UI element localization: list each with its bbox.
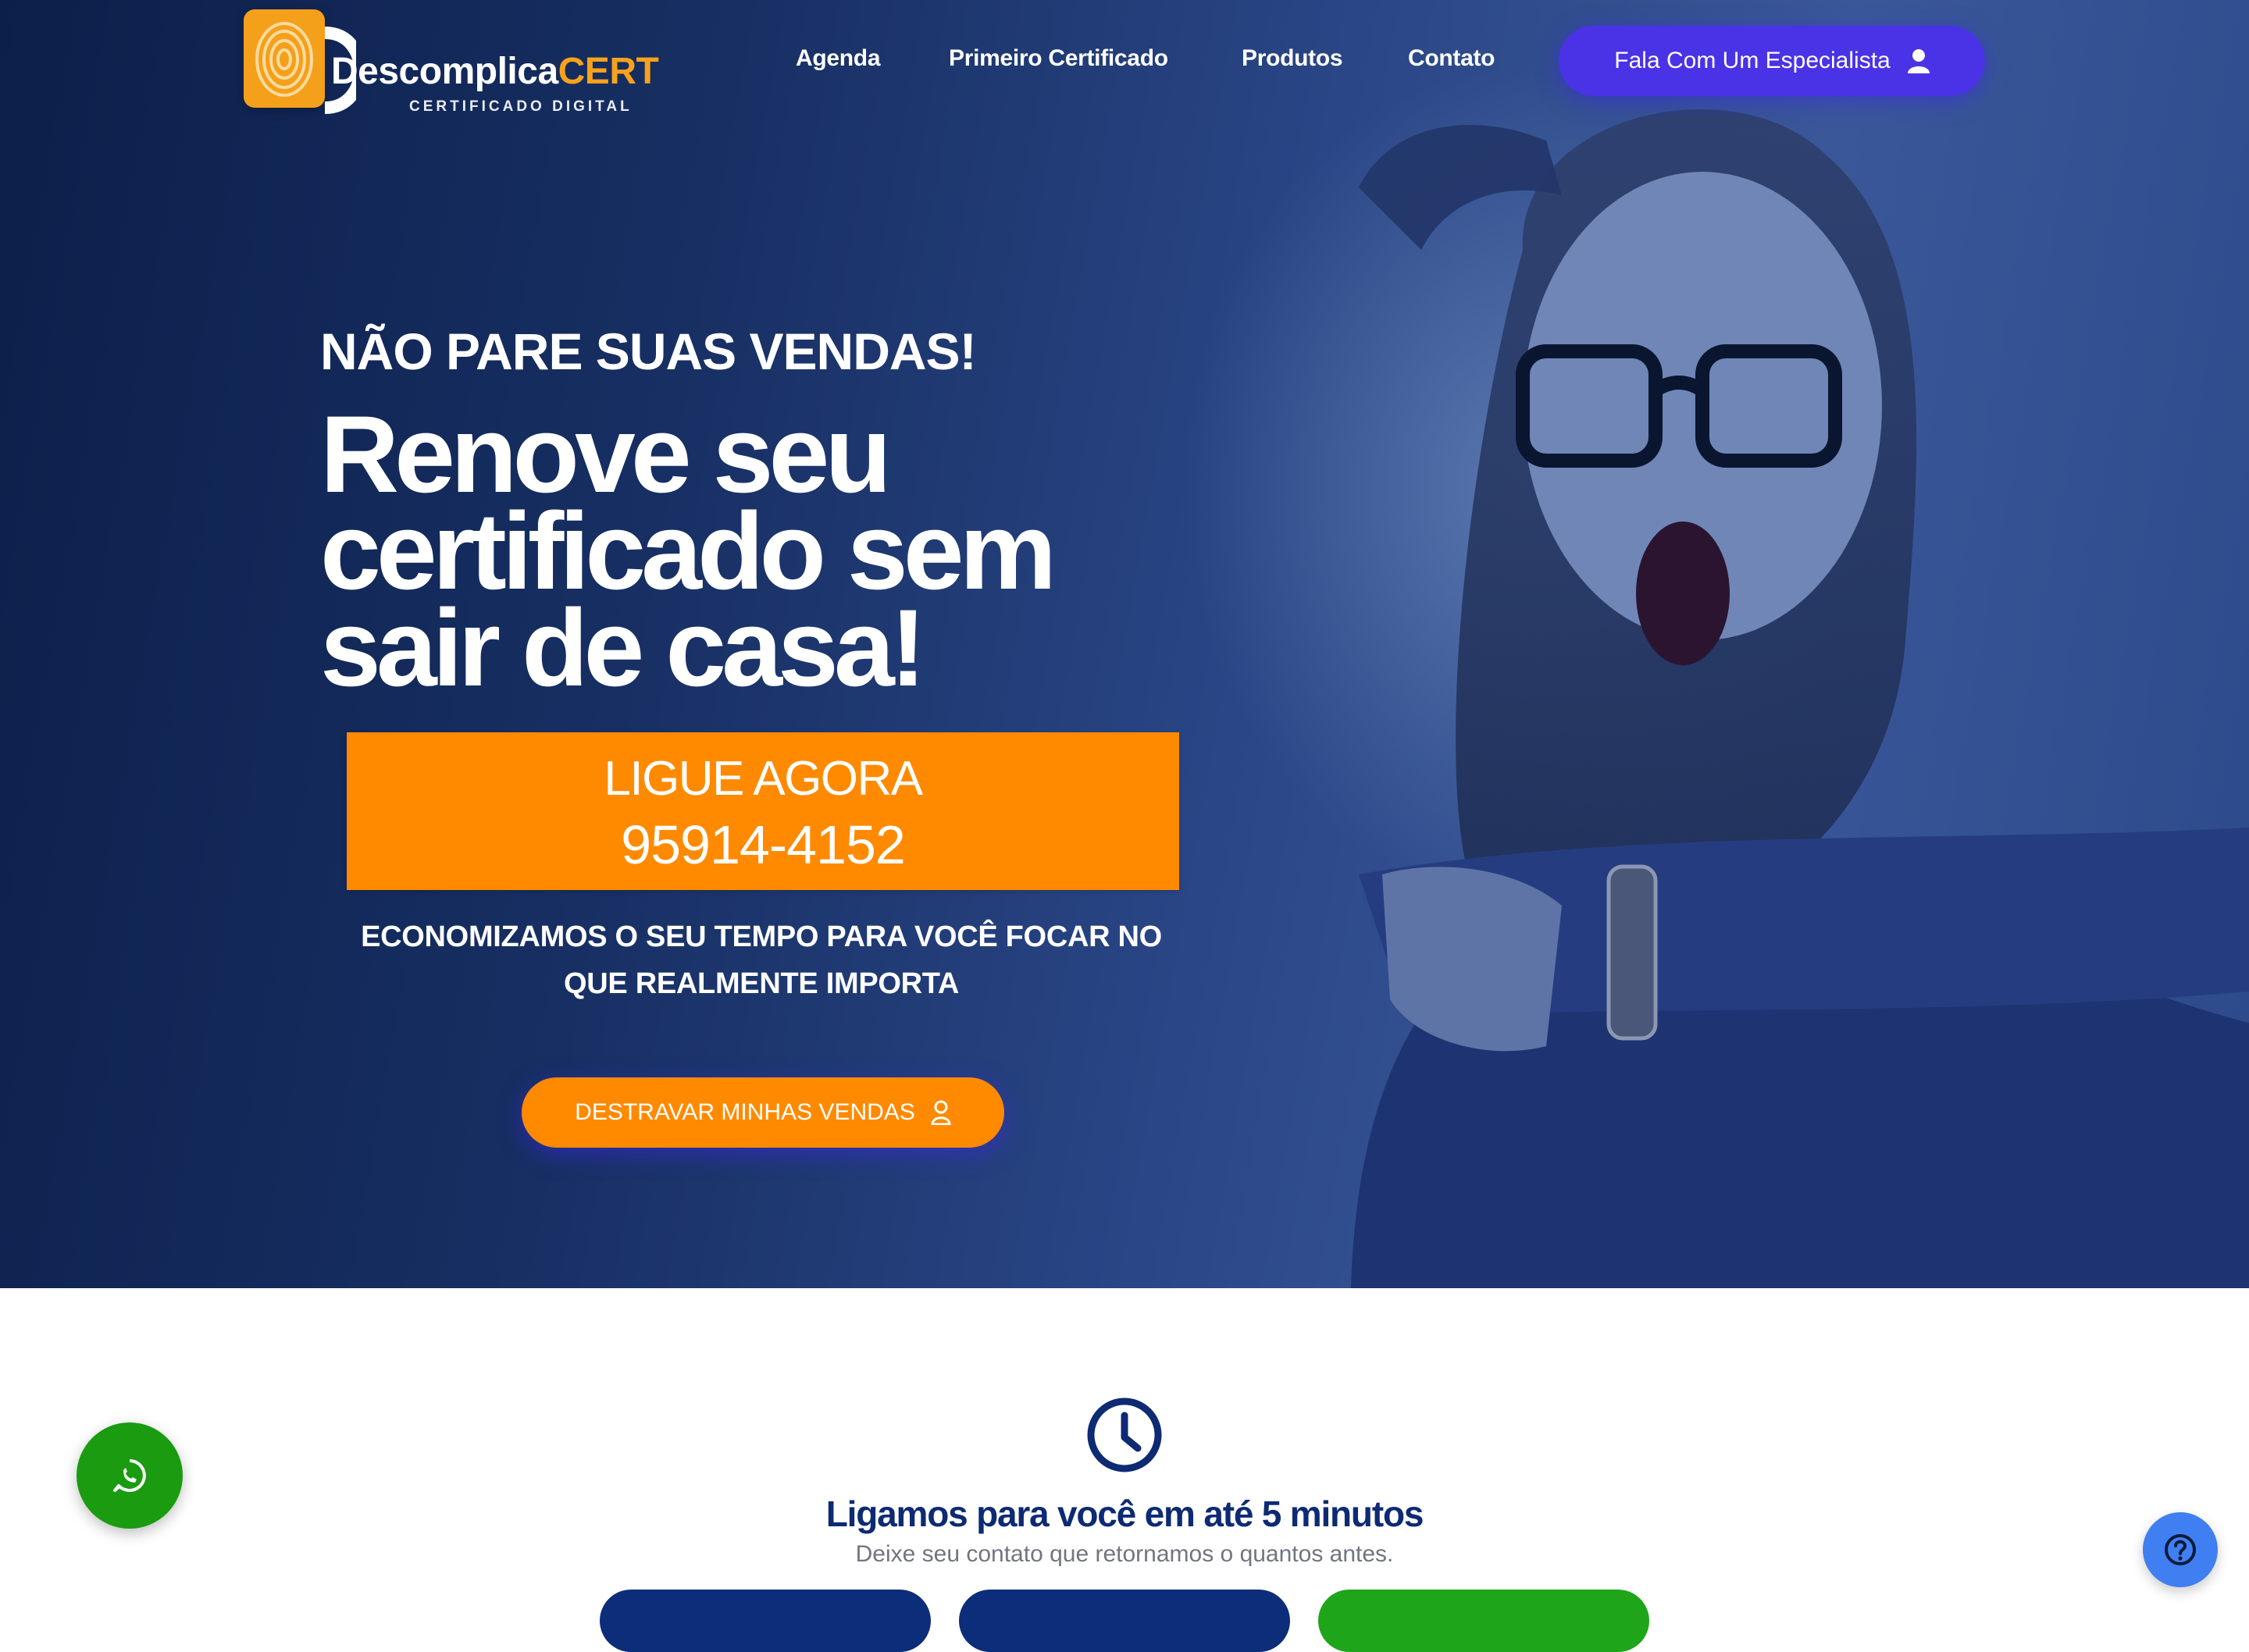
callback-title: Ligamos para você em até 5 minutos	[825, 1494, 1424, 1534]
call-now-label: LIGUE AGORA	[604, 752, 923, 806]
logo-tagline: CERTIFICADO DIGITAL	[409, 98, 633, 115]
hero-kicker: NÃO PARE SUAS VENDAS!	[320, 322, 977, 380]
nav-item-contato[interactable]: Contato	[1408, 45, 1495, 72]
help-button[interactable]	[2143, 1512, 2218, 1587]
user-icon	[1907, 49, 1930, 73]
callback-subtitle: Deixe seu contato que retornamos o quant…	[855, 1541, 1394, 1567]
logo-wordmark: DescomplicaCERT	[331, 51, 659, 92]
phone-number: 95914-4152	[621, 814, 906, 875]
clock-icon	[1087, 1397, 1162, 1472]
whatsapp-icon	[113, 1459, 146, 1492]
nav-item-produtos[interactable]: Produtos	[1242, 45, 1343, 72]
help-icon	[2165, 1534, 2196, 1565]
hero-section: DescomplicaCERT CERTIFICADO DIGITAL Agen…	[0, 0, 2249, 1288]
callback-submit-button[interactable]	[1318, 1590, 1649, 1652]
fingerprint-icon	[244, 9, 325, 108]
unlock-sales-label: DESTRAVAR MINHAS VENDAS	[575, 1099, 915, 1125]
unlock-sales-button[interactable]: DESTRAVAR MINHAS VENDAS	[522, 1077, 1004, 1148]
talk-to-specialist-button[interactable]: Fala Com Um Especialista	[1559, 26, 1985, 96]
nav-item-primeiro-certificado[interactable]: Primeiro Certificado	[949, 45, 1168, 72]
hero-headline: Renove seu certificado sem sair de casa!	[320, 393, 1057, 709]
nav-item-agenda[interactable]: Agenda	[796, 45, 881, 72]
brand-logo[interactable]: DescomplicaCERT CERTIFICADO DIGITAL	[244, 9, 659, 115]
talk-to-specialist-label: Fala Com Um Especialista	[1614, 48, 1891, 73]
callback-name-field[interactable]	[600, 1590, 931, 1652]
hero-background-photo	[1351, 109, 2249, 1288]
whatsapp-button[interactable]	[77, 1422, 183, 1529]
callback-phone-field[interactable]	[959, 1590, 1290, 1652]
call-now-banner[interactable]: LIGUE AGORA 95914-4152	[347, 732, 1179, 890]
user-outline-icon	[931, 1100, 951, 1125]
hero-tagline: ECONOMIZAMOS O SEU TEMPO PARA VOCÊ FOCAR…	[361, 920, 1162, 1000]
